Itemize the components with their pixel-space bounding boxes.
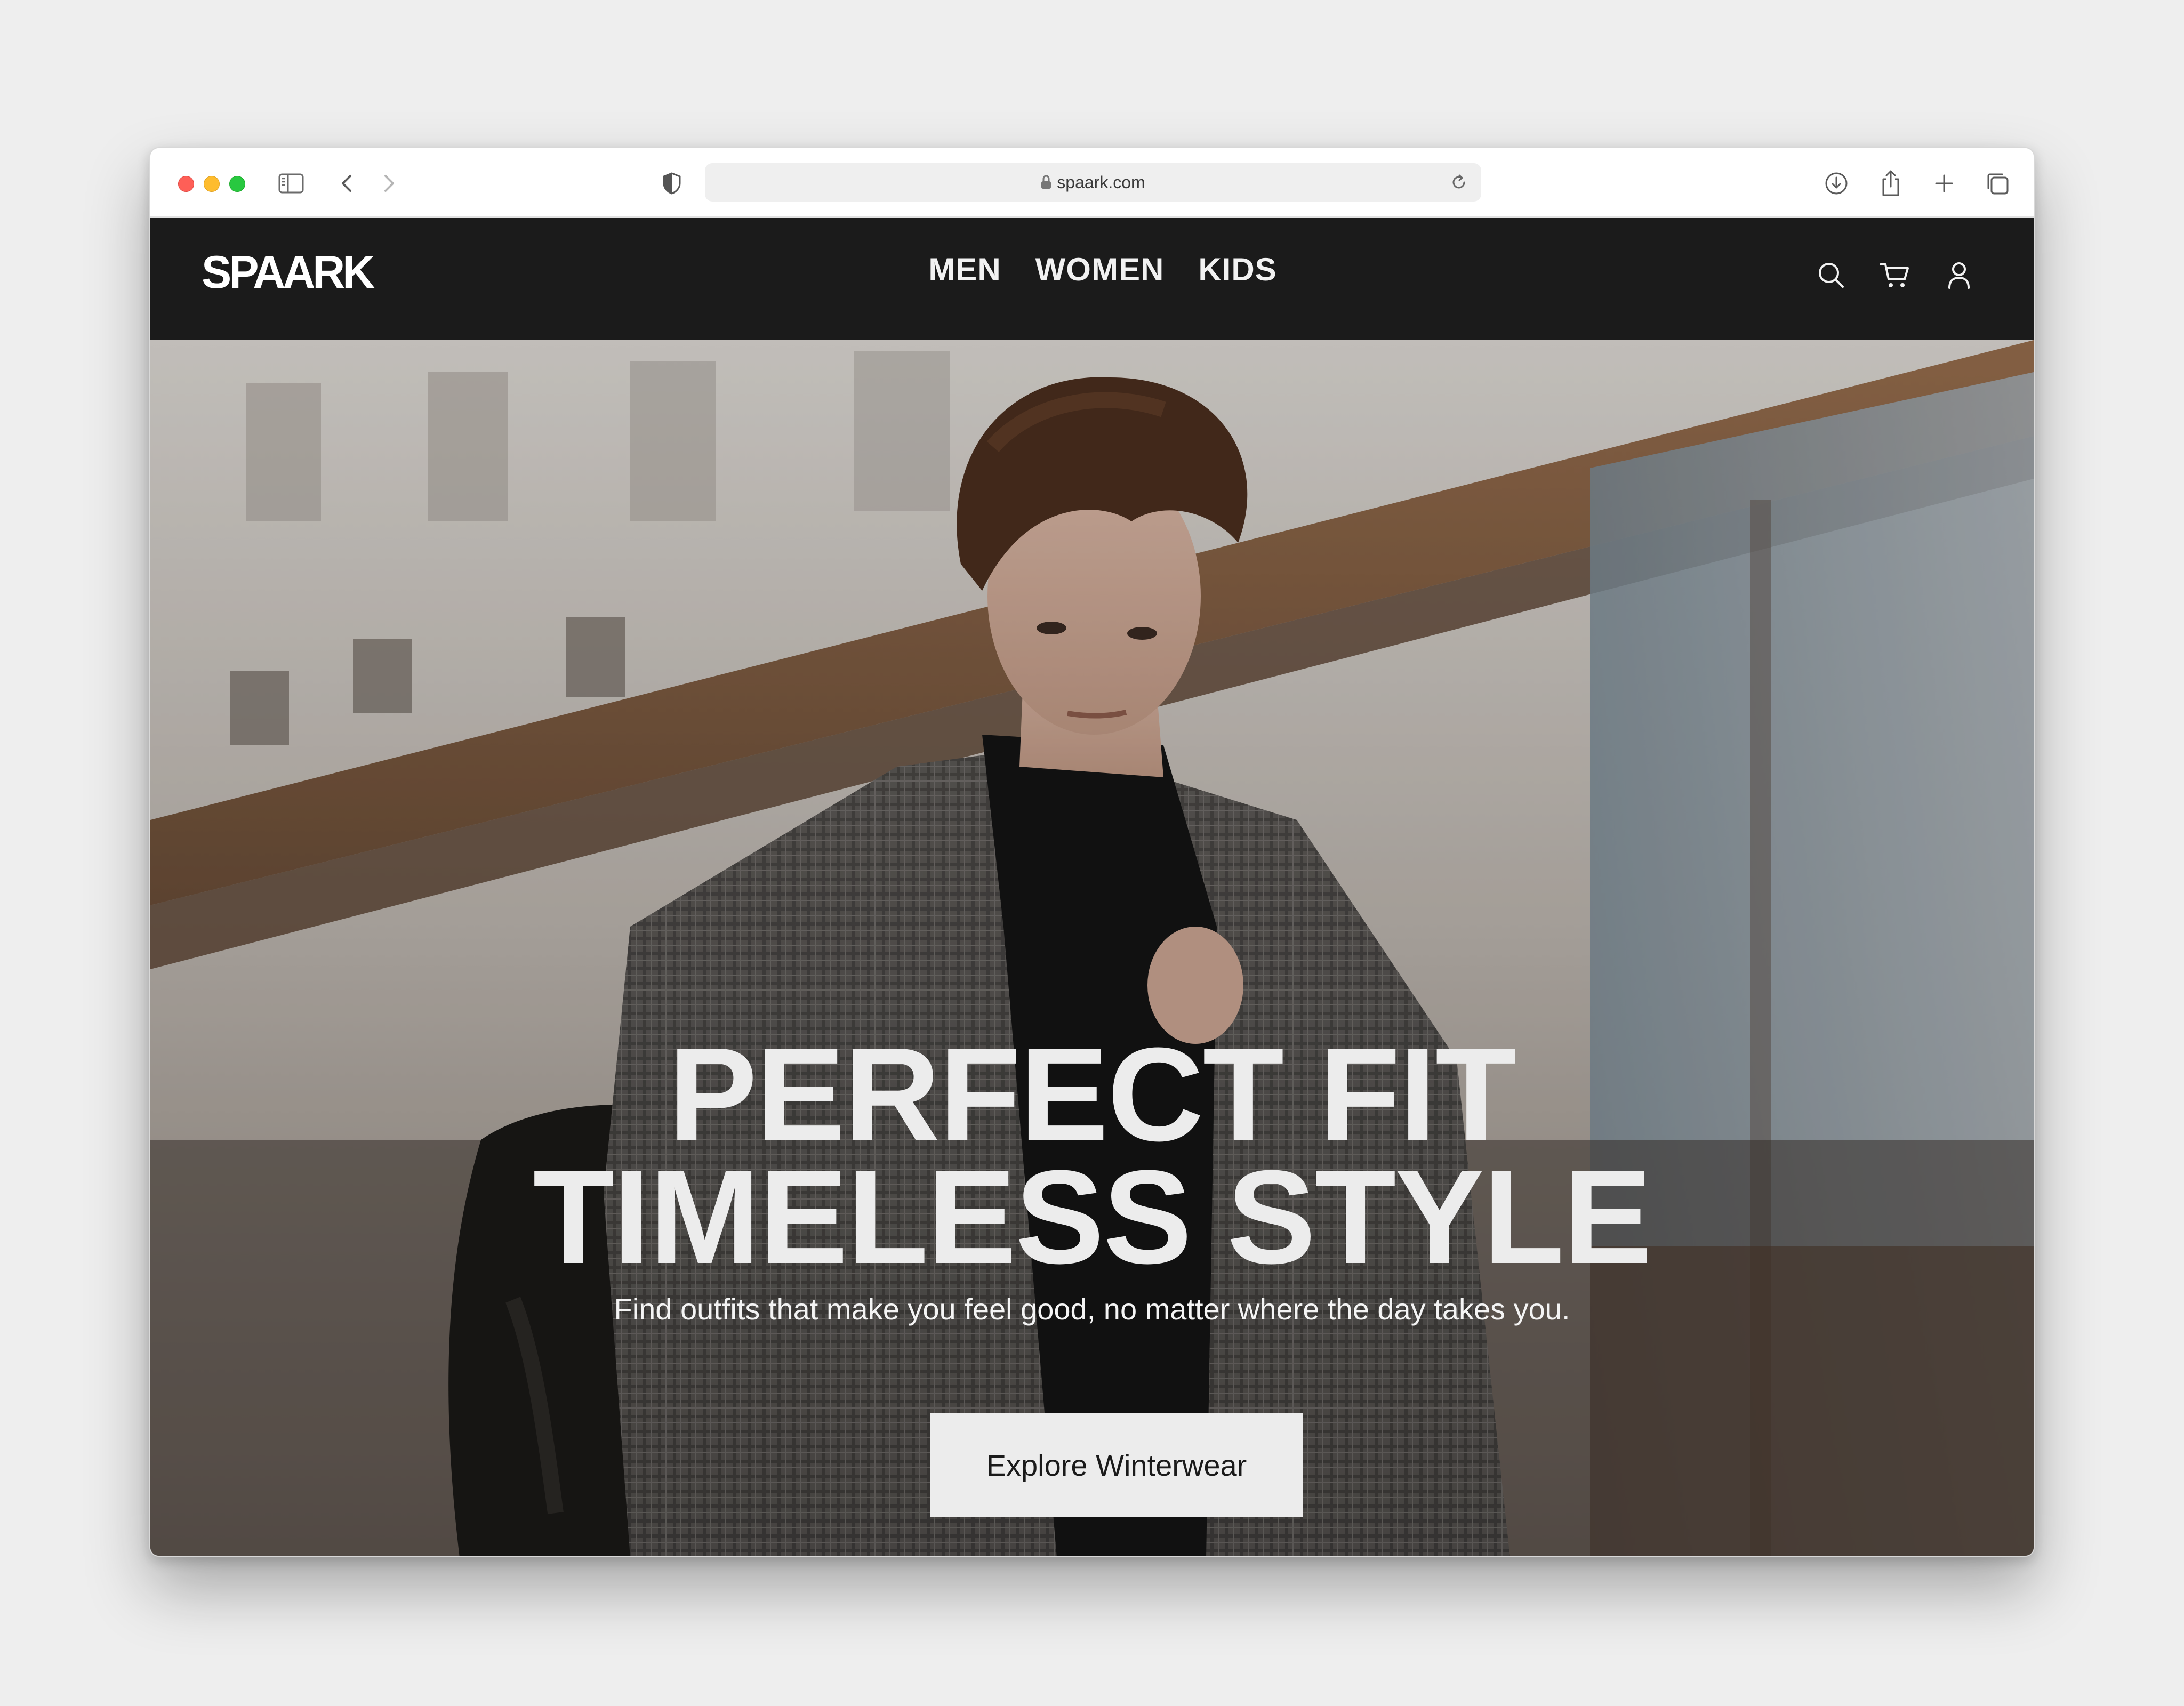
browser-window: spaark.com SPAARK MEN WOMEN KIDS PERFECT… [149, 147, 2035, 1557]
reload-icon[interactable] [1444, 167, 1474, 197]
hero-subtitle: Find outfits that make you feel good, no… [614, 1292, 1570, 1326]
zoom-window-button[interactable] [229, 176, 245, 192]
nav-link-kids[interactable]: KIDS [1198, 254, 1276, 286]
header-actions [1815, 259, 1975, 291]
search-icon[interactable] [1815, 259, 1847, 291]
share-icon[interactable] [1876, 168, 1906, 198]
nav-link-women[interactable]: WOMEN [1035, 254, 1165, 286]
sidebar-icon[interactable] [276, 168, 306, 198]
new-tab-icon[interactable] [1929, 168, 1959, 198]
explore-winterwear-button[interactable]: Explore Winterwear [930, 1413, 1303, 1517]
nav-link-men[interactable]: MEN [928, 254, 1001, 286]
address-bar-text: spaark.com [705, 163, 1481, 202]
back-icon[interactable] [332, 168, 362, 198]
forward-icon[interactable] [374, 168, 404, 198]
cart-icon[interactable] [1879, 259, 1911, 291]
close-window-button[interactable] [178, 176, 194, 192]
minimize-window-button[interactable] [204, 176, 220, 192]
hero-title-line-2: TIMELESS STYLE [533, 1142, 1652, 1291]
shield-icon[interactable] [657, 168, 687, 198]
hero-title-line-1: PERFECT FIT [668, 1020, 1516, 1169]
site-header: SPAARK MEN WOMEN KIDS [150, 218, 2034, 340]
lock-icon [1041, 175, 1051, 190]
browser-toolbar: spaark.com [150, 148, 2034, 218]
tabs-overview-icon[interactable] [1982, 168, 2012, 198]
hero-title: PERFECT FIT TIMELESS STYLE [150, 1020, 2034, 1291]
download-icon[interactable] [1821, 168, 1851, 198]
address-bar[interactable]: spaark.com [705, 163, 1481, 202]
main-nav: MEN WOMEN KIDS [150, 254, 2034, 286]
hero-section: PERFECT FIT TIMELESS STYLE Find outfits … [150, 340, 2034, 1556]
hero-content: PERFECT FIT TIMELESS STYLE Find outfits … [150, 340, 2034, 1556]
url-text: spaark.com [1057, 172, 1145, 192]
account-icon[interactable] [1943, 259, 1975, 291]
